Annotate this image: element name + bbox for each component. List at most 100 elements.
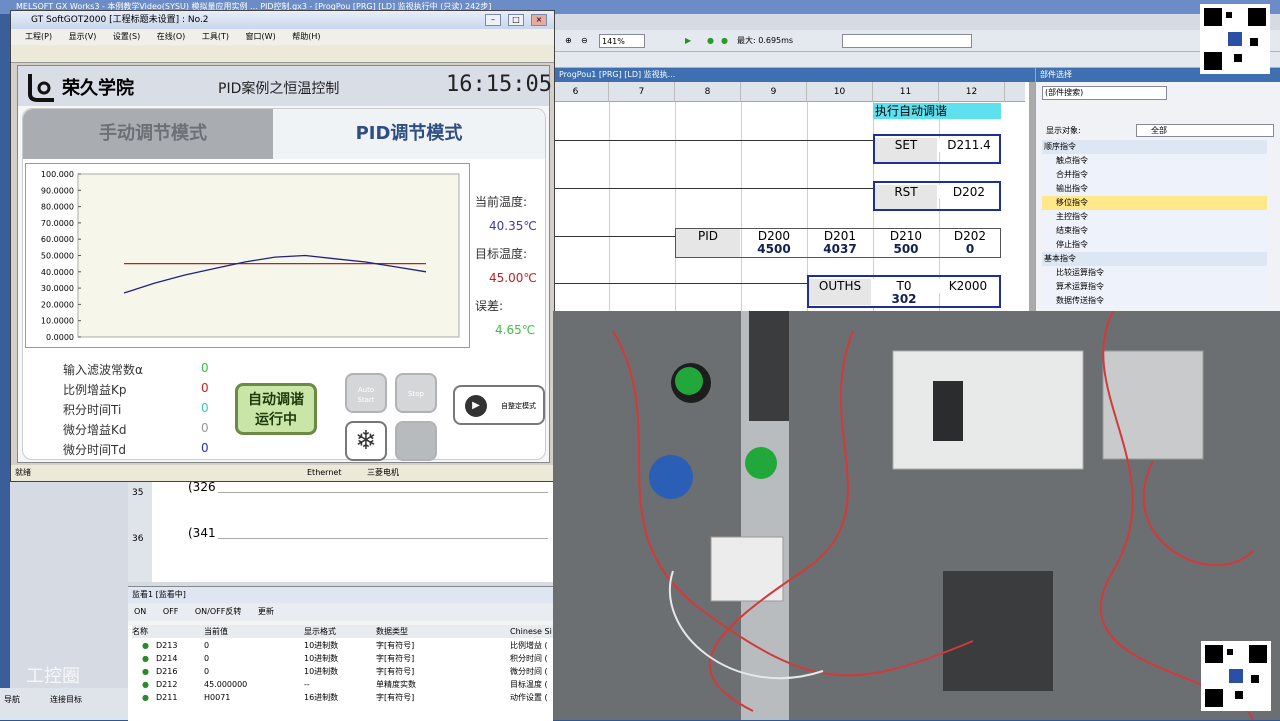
- current-temp-label: 当前温度:: [475, 195, 528, 209]
- error-value: 4.65℃: [495, 323, 536, 337]
- minimize-icon[interactable]: –: [485, 14, 501, 26]
- self-tuning-label: 自整定模式: [501, 402, 536, 410]
- softgot-title-bar: GT SoftGOT2000 [工程标题未设置] : No.2: [11, 11, 554, 29]
- monitor-on-icon[interactable]: ●: [707, 34, 714, 48]
- toolbar-dropdown[interactable]: [842, 34, 972, 48]
- status-ready: 就绪: [15, 468, 31, 477]
- watch-cell: 10进制数: [304, 641, 339, 650]
- tab-manual-mode[interactable]: 手动调节模式: [23, 109, 283, 159]
- plot-area: [77, 173, 460, 338]
- parts-search-input[interactable]: (部件搜索): [1042, 86, 1167, 100]
- ouths-instruction[interactable]: OUTHS T0 302 K2000: [807, 275, 1001, 308]
- ouths-arg-name: T0: [873, 279, 935, 293]
- maximize-icon[interactable]: □: [508, 14, 524, 26]
- pid-arg-name: D202: [940, 229, 1000, 243]
- ladder-tab[interactable]: ProgPou1 [PRG] [LD] 监视执...: [555, 68, 1035, 82]
- y-tick-label: 90.0000: [41, 186, 74, 195]
- watch-column-header[interactable]: 当前值: [204, 625, 304, 638]
- auto-tune-running-button[interactable]: 自动调谐 运行中: [235, 383, 317, 435]
- watch-refresh-button[interactable]: 更新: [258, 607, 274, 616]
- auto-tune-running-label: 自动调谐 运行中: [248, 392, 304, 428]
- connect-target-tab[interactable]: 连接目标: [50, 694, 82, 705]
- watch-cell: 字[有符号]: [376, 667, 415, 676]
- max-scan-label: 最大: 0.695ms: [737, 36, 794, 45]
- auto-start-button[interactable]: Auto Start: [345, 373, 387, 413]
- navigation-bar: 导航 连接目标 工控圈: [0, 666, 128, 720]
- close-icon[interactable]: ×: [531, 14, 547, 26]
- watch-column-header[interactable]: 数据类型: [376, 625, 510, 638]
- zoom-out-icon[interactable]: ⊖: [581, 34, 588, 48]
- device-status-icon: ●: [142, 667, 149, 676]
- parts-item[interactable]: 数据传送指令: [1042, 294, 1267, 308]
- param-label: 积分时间Ti: [63, 403, 122, 417]
- ladder-editor[interactable]: ProgPou1 [PRG] [LD] 监视执... 6 7 8 9 10 11…: [555, 68, 1035, 311]
- fan-button[interactable]: ❄: [345, 421, 387, 461]
- status-maker: 三菱电机: [367, 468, 399, 477]
- parts-item[interactable]: 主控指令: [1042, 210, 1267, 224]
- pid-arg-value: 4500: [742, 242, 806, 256]
- watch-column-header[interactable]: Chinese Si: [510, 625, 553, 638]
- watch-column-header[interactable]: 名称: [132, 625, 204, 638]
- parts-item[interactable]: 移位指令: [1042, 196, 1267, 210]
- parts-filter-select[interactable]: 全部: [1136, 124, 1274, 137]
- pid-arg-name: D210: [874, 229, 938, 243]
- qr-code-bottom: [1201, 641, 1271, 711]
- play-circle-icon: ▶: [465, 395, 487, 417]
- self-tuning-mode-button[interactable]: ▶ 自整定模式: [453, 385, 545, 425]
- set-instruction[interactable]: SET D211.4: [873, 134, 1001, 164]
- hardware-photo: [553, 311, 1280, 720]
- param-value: 0: [201, 381, 209, 395]
- menu-tools[interactable]: 工具(T): [202, 32, 229, 41]
- parts-item[interactable]: 合并指令: [1042, 168, 1267, 182]
- parts-item[interactable]: 基本指令: [1042, 252, 1267, 266]
- y-tick-label: 80.0000: [41, 203, 74, 212]
- hmi-tab-area: 手动调节模式 PID调节模式 100.000 90.0000 80.0000 70.0…: [22, 108, 546, 461]
- parts-item[interactable]: 输出指令: [1042, 182, 1267, 196]
- parts-item[interactable]: 结束指令: [1042, 224, 1267, 238]
- parts-item[interactable]: 算术运算指令: [1042, 280, 1267, 294]
- column-header: 12: [939, 82, 1005, 102]
- rst-op: RST: [875, 185, 937, 209]
- gx-toolbar: ⊕ ⊖ 141% ▶ ● ● 最大: 0.695ms: [555, 30, 1280, 52]
- run-icon[interactable]: ▶: [685, 34, 691, 48]
- rst-instruction[interactable]: RST D202: [873, 181, 1001, 211]
- watch-cell: 0: [204, 667, 210, 676]
- parts-item[interactable]: 停止指令: [1042, 238, 1267, 252]
- watch-cell: 10进制数: [304, 667, 339, 676]
- watch-cell: 字[有符号]: [376, 693, 415, 702]
- softgot-menu-bar: 工程(P) 显示(V) 设置(S) 在线(O) 工具(T) 窗口(W) 帮助(H…: [11, 29, 554, 45]
- y-tick-label: 0.0000: [46, 333, 74, 342]
- pid-instruction[interactable]: PID D200 4500 D201 4037 D210 500 D202 0: [675, 228, 1001, 258]
- watch-toggle-button[interactable]: ON/OFF反转: [195, 607, 241, 616]
- brand-name: 荣久学院: [62, 78, 134, 99]
- tab-pid-mode[interactable]: PID调节模式: [273, 109, 545, 159]
- watch-off-button[interactable]: OFF: [163, 607, 179, 616]
- menu-view[interactable]: 显示(V): [69, 32, 97, 41]
- target-temp-label: 目标温度:: [475, 247, 528, 261]
- monitor-all-icon[interactable]: ●: [721, 34, 728, 48]
- parts-item[interactable]: 顺序指令: [1042, 140, 1267, 154]
- softgot-toolbar: [11, 45, 554, 63]
- parts-item[interactable]: 触点指令: [1042, 154, 1267, 168]
- y-tick-label: 100.000: [41, 170, 74, 179]
- error-label: 误差:: [475, 299, 504, 313]
- hmi-header: 荣久学院 PID案例之恒温控制 16:15:05: [18, 66, 552, 106]
- watch-column-header[interactable]: 显示格式: [304, 625, 376, 638]
- zoom-in-icon[interactable]: ⊕: [565, 34, 572, 48]
- menu-help[interactable]: 帮助(H): [292, 32, 320, 41]
- menu-project[interactable]: 工程(P): [25, 32, 52, 41]
- menu-settings[interactable]: 设置(S): [113, 32, 140, 41]
- zoom-select[interactable]: 141%: [599, 34, 645, 48]
- nav-tab[interactable]: 导航: [4, 694, 20, 705]
- brand-logo: 荣久学院: [24, 70, 174, 102]
- watch-window: 监看1 [监看中] ON OFF ON/OFF反转 更新 名称 当前值 显示格式 数据…: [128, 586, 553, 721]
- menu-online[interactable]: 在线(O): [157, 32, 186, 41]
- hmi-clock: 16:15:05: [446, 72, 552, 97]
- watch-on-button[interactable]: ON: [134, 607, 146, 616]
- temperature-chart-svg: 100.000 90.0000 80.0000 70.0000 60.0000 50.00…: [41, 170, 460, 342]
- menu-window[interactable]: 窗口(W): [246, 32, 276, 41]
- parts-item[interactable]: 比较运算指令: [1042, 266, 1267, 280]
- row-number: 35: [132, 488, 144, 498]
- param-value: 0: [201, 361, 209, 375]
- stop-button[interactable]: Stop: [395, 373, 437, 413]
